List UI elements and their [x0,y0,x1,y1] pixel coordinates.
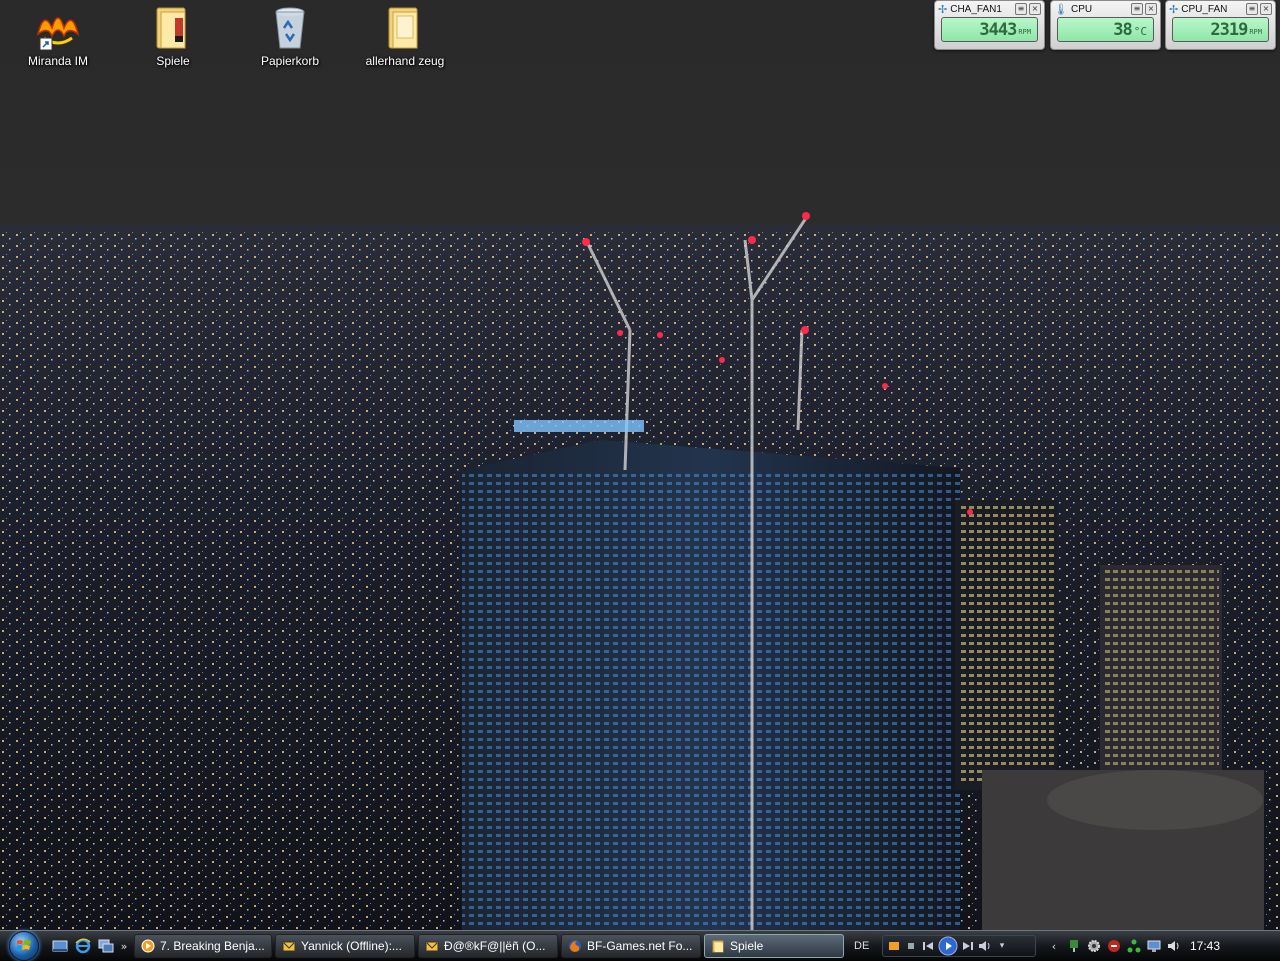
speaker-icon[interactable] [1166,938,1182,954]
play-icon[interactable] [938,936,958,956]
stop-icon[interactable] [904,939,918,953]
taskbar: » 7. Breaking Benja... Yannick (Offline)… [0,930,1280,961]
media-library-icon[interactable] [887,939,901,953]
desktop-icon-label: Papierkorb [260,54,320,68]
taskbar-button-label: BF-Games.net Fo... [587,939,693,953]
system-tray: ‹ [1046,938,1182,954]
desktop-icon-spiele[interactable]: Spiele [125,4,221,68]
fan-icon: ✢ [1169,3,1179,16]
gadget-value: 38 [1113,19,1133,40]
antivirus-icon[interactable] [1106,938,1122,954]
thermometer-icon: 🌡 [1054,3,1068,16]
shared-network-icon[interactable] [1126,938,1142,954]
taskbar-button-label: Yannick (Offline):... [301,939,402,953]
taskbar-button-media-player[interactable]: 7. Breaking Benja... [134,934,272,958]
start-button[interactable] [0,931,48,961]
next-track-icon[interactable] [961,939,975,953]
gadget-value: 2319 [1210,19,1248,40]
gadget-cpu-fan[interactable]: ✢ CPU_FAN ≡ × 2319 RPM [1165,0,1276,50]
clock[interactable]: 17:43 [1190,939,1230,953]
show-desktop-icon[interactable] [49,935,71,957]
quick-launch-overflow-button[interactable]: » [117,940,131,953]
gadget-title: CPU_FAN [1181,3,1228,15]
chat-window-icon [282,939,296,953]
chevron-down-icon[interactable]: ▾ [995,939,1009,953]
miranda-icon [34,4,82,52]
gadget-display: 38 °C [1057,17,1154,42]
gadget-value: 3443 [979,19,1017,40]
settings-icon[interactable]: ≡ [1015,3,1027,15]
folder-icon [711,939,725,953]
media-player-icon [141,939,155,953]
taskbar-button-label: Spiele [730,939,764,953]
gadget-unit: RPM [1018,28,1031,36]
switch-windows-icon[interactable] [95,935,117,957]
desktop-icon-label: allerhand zeug [365,54,445,68]
taskbar-button-chat-yannick[interactable]: Yannick (Offline):... [275,934,415,958]
close-icon[interactable]: × [1260,3,1272,15]
desktop-icon-label: Miranda IM [27,54,89,68]
gadget-title: CHA_FAN1 [950,3,1002,15]
fan-icon: ✢ [938,3,948,16]
gadget-unit: RPM [1249,28,1262,36]
gadget-cha-fan1[interactable]: ✢ CHA_FAN1 ≡ × 3443 RPM [934,0,1045,50]
gear-icon[interactable] [1086,938,1102,954]
language-indicator[interactable]: DE [854,940,880,952]
close-icon[interactable]: × [1029,3,1041,15]
firefox-icon [568,939,582,953]
taskbar-button-label: Ð@®kF@||ëñ (O... [444,939,546,953]
taskbar-button-firefox[interactable]: BF-Games.net Fo... [561,934,701,958]
desktop-icon-papierkorb[interactable]: Papierkorb [242,4,338,68]
gadget-title: CPU [1070,3,1093,15]
settings-icon[interactable]: ≡ [1131,3,1143,15]
folder-icon [381,4,429,52]
chevron-left-icon[interactable]: ‹ [1046,938,1062,954]
folder-icon [149,4,197,52]
volume-icon[interactable] [978,939,992,953]
desktop-icon-label: Spiele [156,54,190,68]
desktop-icon-allerhand-zeug[interactable]: allerhand zeug [357,4,453,68]
gadget-display: 2319 RPM [1172,17,1269,42]
desktop-icon-miranda-im[interactable]: Miranda IM [10,4,106,68]
chat-window-icon [425,939,439,953]
gadget-unit: °C [1133,25,1147,38]
gadget-cpu[interactable]: 🌡 CPU ≡ × 38 °C [1050,0,1161,50]
windows-logo-icon [9,931,39,961]
media-player-toolbar: ▾ [882,935,1036,957]
internet-explorer-icon[interactable] [72,935,94,957]
gadget-display: 3443 RPM [941,17,1038,42]
close-icon[interactable]: × [1145,3,1157,15]
desktop-wallpaper [0,0,1280,930]
taskbar-button-chat-darkfallen[interactable]: Ð@®kF@||ëñ (O... [418,934,558,958]
taskbar-button-label: 7. Breaking Benja... [160,939,265,953]
taskbar-button-spiele[interactable]: Spiele [704,934,844,958]
previous-track-icon[interactable] [921,939,935,953]
settings-icon[interactable]: ≡ [1246,3,1258,15]
recycle-bin-icon [266,4,314,52]
monitor-network-icon[interactable] [1146,938,1162,954]
network-status-icon[interactable] [1066,938,1082,954]
